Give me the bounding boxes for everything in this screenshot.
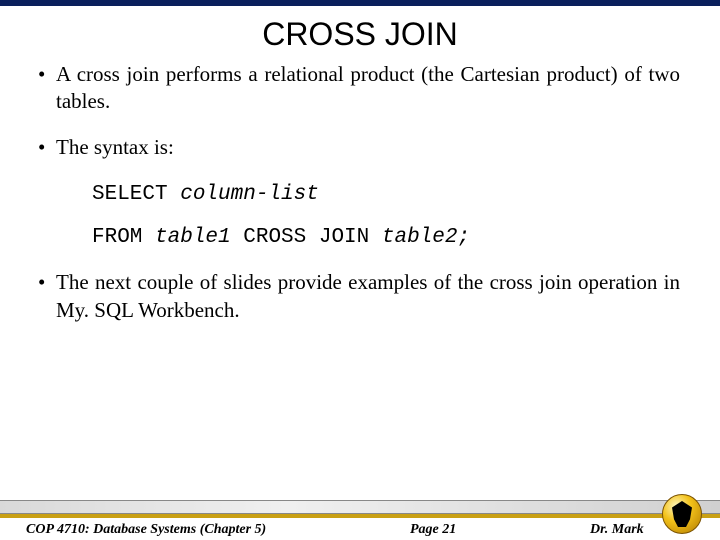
bullet-item: • A cross join performs a relational pro… [38, 61, 680, 116]
ucf-logo [662, 494, 702, 534]
bullet-text: The syntax is: [56, 134, 680, 161]
footer-page: Page 21 [410, 522, 456, 538]
logo-circle-icon [662, 494, 702, 534]
code-block: SELECT column-list FROM table1 CROSS JOI… [92, 179, 680, 252]
slide-footer: COP 4710: Database Systems (Chapter 5) P… [0, 490, 720, 540]
bullet-text: A cross join performs a relational produ… [56, 61, 680, 116]
top-border-bar [0, 0, 720, 6]
slide-body: • A cross join performs a relational pro… [0, 61, 720, 540]
footer-band [0, 500, 720, 514]
footer-author: Dr. Mark [590, 522, 644, 538]
slide-title: CROSS JOIN [0, 16, 720, 53]
code-line: FROM table1 CROSS JOIN table2; [92, 222, 680, 251]
slide: CROSS JOIN • A cross join performs a rel… [0, 0, 720, 540]
logo-pegasus-icon [672, 501, 692, 527]
code-placeholder: table2; [382, 226, 470, 249]
bullet-item: • The next couple of slides provide exam… [38, 269, 680, 324]
code-keyword: FROM [92, 226, 155, 249]
code-keyword: SELECT [92, 183, 180, 206]
code-line: SELECT column-list [92, 179, 680, 208]
bullet-dot: • [38, 61, 56, 116]
bullet-item: • The syntax is: [38, 134, 680, 161]
footer-text-row: COP 4710: Database Systems (Chapter 5) P… [0, 518, 720, 540]
code-keyword: CROSS JOIN [231, 226, 382, 249]
bullet-dot: • [38, 269, 56, 324]
footer-course: COP 4710: Database Systems (Chapter 5) [26, 522, 266, 538]
code-placeholder: column-list [180, 183, 319, 206]
code-placeholder: table1 [155, 226, 231, 249]
bullet-dot: • [38, 134, 56, 161]
bullet-text: The next couple of slides provide exampl… [56, 269, 680, 324]
